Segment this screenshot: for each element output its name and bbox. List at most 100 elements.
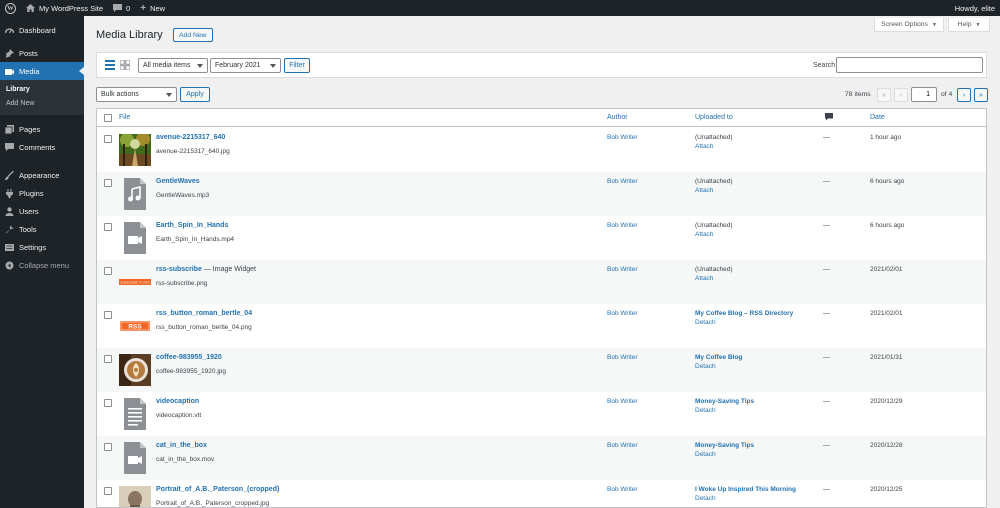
media-title-link[interactable]: coffee-983955_1920 <box>156 354 222 361</box>
menu-posts[interactable]: Posts <box>0 44 84 62</box>
media-title-link[interactable]: Earth_Spin_In_Hands <box>156 222 228 229</box>
row-checkbox[interactable] <box>104 135 112 143</box>
menu-pages[interactable]: Pages <box>0 120 84 138</box>
bulk-actions-bar: Bulk actions Apply 78 items « ‹ of 4 › » <box>96 86 988 104</box>
media-title-link[interactable]: cat_in_the_box <box>156 442 207 449</box>
row-checkbox[interactable] <box>104 223 112 231</box>
screen-options-button[interactable]: Screen Options ▼ <box>874 18 944 32</box>
menu-users[interactable]: Users <box>0 202 84 220</box>
comments-count: — <box>823 178 830 185</box>
author-link[interactable]: Bob Writer <box>607 354 638 361</box>
media-thumbnail[interactable] <box>119 486 151 507</box>
media-title-link[interactable]: avenue-2215317_640 <box>156 134 225 141</box>
wordpress-logo-button[interactable]: W <box>0 0 21 16</box>
first-page-button[interactable]: « <box>877 88 891 102</box>
row-checkbox[interactable] <box>104 311 112 319</box>
bulk-actions-select[interactable]: Bulk actions <box>96 87 177 102</box>
author-link[interactable]: Bob Writer <box>607 398 638 405</box>
new-content-link[interactable]: + New <box>135 0 170 16</box>
author-link[interactable]: Bob Writer <box>607 486 638 493</box>
table-row: SUBSCRIBE TO RSS rss-subscribe — Image Wi… <box>97 260 986 304</box>
column-file[interactable]: File <box>119 114 130 121</box>
row-checkbox[interactable] <box>104 179 112 187</box>
detach-link[interactable]: Detach <box>695 407 716 414</box>
filter-button[interactable]: Filter <box>284 58 310 73</box>
attach-link[interactable]: Attach <box>695 275 713 282</box>
media-thumbnail[interactable] <box>119 178 151 210</box>
author-link[interactable]: Bob Writer <box>607 222 638 229</box>
submenu-library[interactable]: Library <box>0 83 84 97</box>
row-checkbox[interactable] <box>104 443 112 451</box>
select-all-checkbox[interactable] <box>104 114 112 122</box>
uploaded-to-value[interactable]: My Coffee Blog – RSS Directory <box>695 310 793 317</box>
author-link[interactable]: Bob Writer <box>607 134 638 141</box>
detach-link[interactable]: Detach <box>695 451 716 458</box>
last-page-button[interactable]: » <box>974 88 988 102</box>
detach-link[interactable]: Detach <box>695 319 716 326</box>
author-link[interactable]: Bob Writer <box>607 442 638 449</box>
row-checkbox[interactable] <box>104 355 112 363</box>
media-title-link[interactable]: videocaption <box>156 398 199 405</box>
column-date[interactable]: Date <box>870 114 885 121</box>
detach-link[interactable]: Detach <box>695 363 716 370</box>
search-input[interactable] <box>836 57 983 73</box>
menu-media[interactable]: Media <box>0 62 84 80</box>
howdy-account-link[interactable]: Howdy, elite <box>950 0 1000 16</box>
media-type-select[interactable]: All media items <box>138 58 208 73</box>
grid-view-icon[interactable] <box>120 60 130 70</box>
comments-count: — <box>823 398 830 405</box>
apply-button[interactable]: Apply <box>180 87 210 102</box>
media-thumbnail[interactable] <box>119 442 151 474</box>
collapse-menu-button[interactable]: Collapse menu <box>0 256 84 274</box>
column-author[interactable]: Author <box>607 114 628 121</box>
row-checkbox[interactable] <box>104 399 112 407</box>
media-thumbnail[interactable] <box>119 398 151 430</box>
media-title-link[interactable]: rss-subscribe — Image Widget <box>156 266 256 273</box>
menu-appearance[interactable]: Appearance <box>0 166 84 184</box>
media-title-link[interactable]: rss_button_roman_bertle_04 <box>156 310 252 317</box>
plus-icon: + <box>140 2 147 14</box>
menu-settings[interactable]: Settings <box>0 238 84 256</box>
menu-plugins[interactable]: Plugins <box>0 184 84 202</box>
pushpin-icon <box>5 48 14 58</box>
column-uploaded-to[interactable]: Uploaded to <box>695 114 733 121</box>
row-checkbox[interactable] <box>104 267 112 275</box>
menu-comments[interactable]: Comments <box>0 138 84 156</box>
next-page-button[interactable]: › <box>957 88 971 102</box>
comments-link[interactable]: 0 <box>108 0 135 16</box>
menu-dashboard[interactable]: Dashboard <box>0 21 84 39</box>
uploaded-to-value[interactable]: My Coffee Blog <box>695 354 742 361</box>
attach-link[interactable]: Attach <box>695 187 713 194</box>
detach-link[interactable]: Detach <box>695 495 716 502</box>
prev-page-button[interactable]: ‹ <box>894 88 908 102</box>
media-title: avenue-2215317_640 <box>156 134 226 141</box>
author-link[interactable]: Bob Writer <box>607 266 638 273</box>
submenu-add-new[interactable]: Add New <box>0 97 84 111</box>
attach-link[interactable]: Attach <box>695 231 713 238</box>
media-thumbnail[interactable] <box>119 134 151 166</box>
comment-bubble-icon[interactable] <box>825 113 833 121</box>
svg-text:SUBSCRIBE TO RSS: SUBSCRIBE TO RSS <box>120 281 149 285</box>
list-view-icon[interactable] <box>105 60 115 70</box>
media-title-link[interactable]: GentleWaves <box>156 178 200 185</box>
uploaded-to-value[interactable]: I Woke Up Inspired This Morning <box>695 486 796 493</box>
media-thumbnail[interactable]: SUBSCRIBE TO RSS <box>119 266 151 298</box>
attach-link[interactable]: Attach <box>695 143 713 150</box>
media-thumbnail[interactable]: RSS <box>119 310 151 342</box>
media-thumbnail[interactable] <box>119 222 151 254</box>
comments-count: — <box>823 354 830 361</box>
table-row: coffee-983955_1920 coffee-983955_1920.jpg… <box>97 348 986 392</box>
current-page-input[interactable] <box>911 87 937 102</box>
media-title-link[interactable]: Portrait_of_A.B._Paterson_(cropped) <box>156 486 279 493</box>
uploaded-to-value[interactable]: Money-Saving Tips <box>695 442 754 449</box>
media-thumbnail[interactable] <box>119 354 151 386</box>
menu-tools[interactable]: Tools <box>0 220 84 238</box>
author-link[interactable]: Bob Writer <box>607 310 638 317</box>
add-new-media-button[interactable]: Add New <box>173 28 213 42</box>
date-filter-select[interactable]: February 2021 <box>210 58 281 73</box>
site-name-link[interactable]: My WordPress Site <box>21 0 108 16</box>
uploaded-to-value[interactable]: Money-Saving Tips <box>695 398 754 405</box>
help-button[interactable]: Help ▼ <box>948 18 990 32</box>
author-link[interactable]: Bob Writer <box>607 178 638 185</box>
row-checkbox[interactable] <box>104 487 112 495</box>
